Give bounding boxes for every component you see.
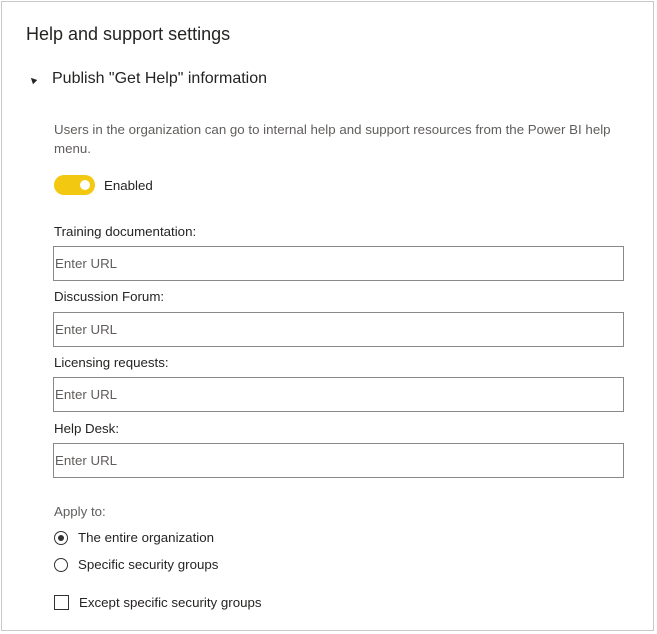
training-documentation-label: Training documentation: — [54, 224, 197, 239]
help-desk-label: Help Desk: — [54, 421, 120, 436]
toggle-knob — [80, 180, 90, 190]
licensing-requests-url-input[interactable] — [53, 377, 624, 412]
radio-button-selected[interactable] — [54, 530, 68, 545]
radio-entire-organization[interactable]: The entire organization — [54, 530, 214, 545]
radio-button-unselected[interactable] — [54, 557, 68, 572]
except-security-groups-label: Except specific security groups — [79, 595, 262, 610]
section-title: Publish "Get Help" information — [52, 70, 268, 87]
except-security-groups-checkbox-row[interactable]: Except specific security groups — [54, 595, 262, 610]
except-security-groups-checkbox[interactable] — [54, 595, 69, 610]
discussion-forum-url-input[interactable] — [53, 312, 624, 347]
help-desk-url-input[interactable] — [53, 443, 624, 478]
discussion-forum-label: Discussion Forum: — [54, 289, 165, 304]
settings-panel: Help and support settings Publish "Get H… — [1, 1, 654, 631]
radio-specific-security-groups[interactable]: Specific security groups — [54, 557, 218, 572]
section-description: Users in the organization can go to inte… — [54, 122, 611, 156]
licensing-requests-label: Licensing requests: — [54, 355, 169, 370]
training-documentation-url-input[interactable] — [53, 246, 624, 281]
toggle-label: Enabled — [104, 177, 153, 193]
apply-to-label: Apply to: — [54, 504, 106, 519]
caret-expanded-icon — [28, 75, 38, 85]
page-title: Help and support settings — [26, 24, 231, 44]
radio-label-specific-security-groups: Specific security groups — [78, 557, 219, 572]
enabled-toggle[interactable] — [54, 175, 95, 195]
section-toggle-publish-get-help[interactable]: Publish "Get Help" information — [28, 70, 268, 88]
radio-label-entire-organization: The entire organization — [78, 530, 215, 545]
enabled-toggle-row: Enabled — [54, 175, 153, 195]
